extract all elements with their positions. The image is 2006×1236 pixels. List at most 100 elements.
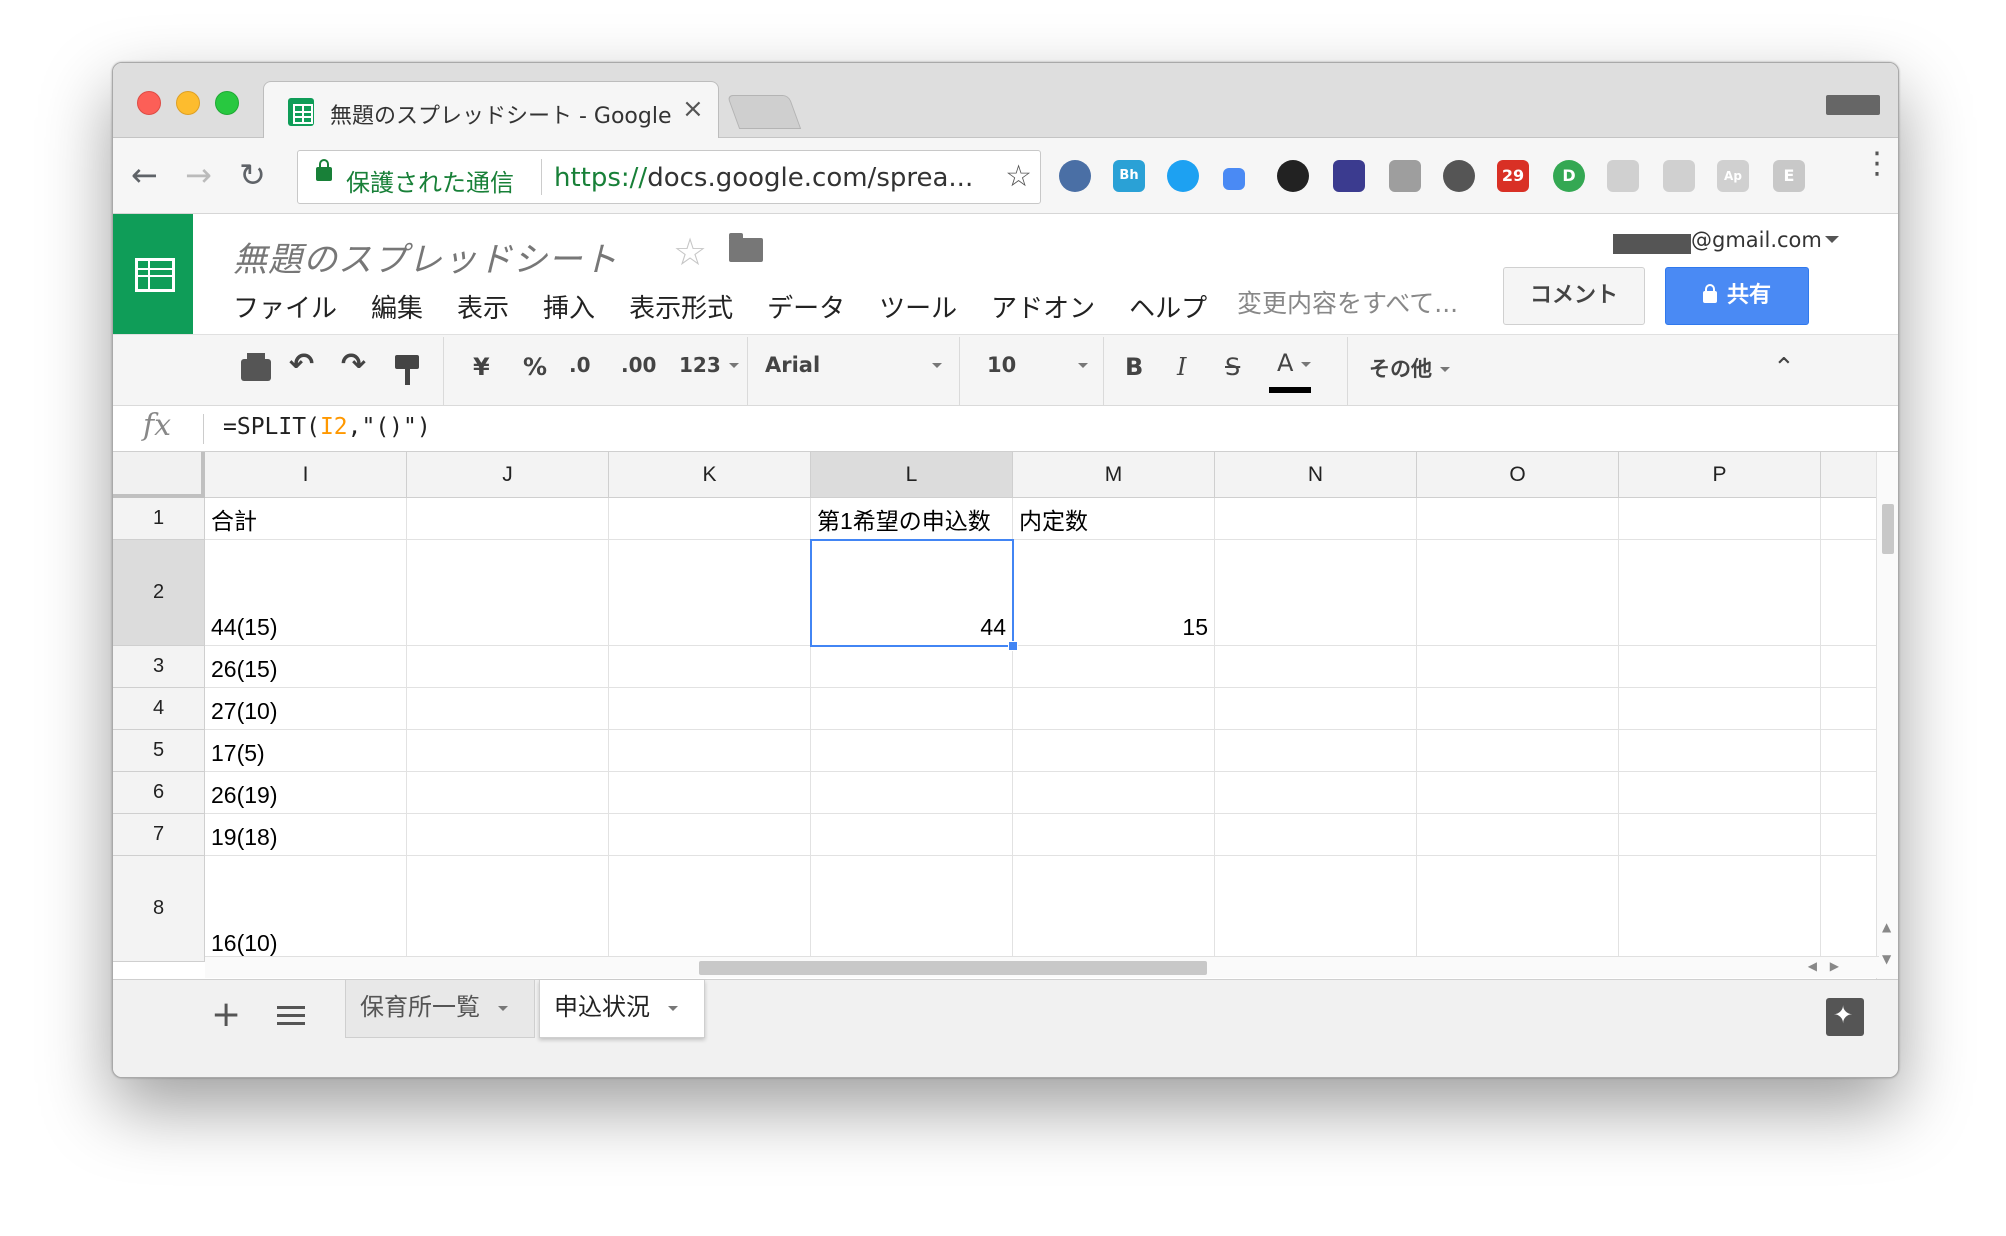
reload-icon[interactable]: ↻ — [239, 156, 266, 194]
cell-l3[interactable] — [811, 646, 1013, 688]
cell-j1[interactable] — [407, 498, 609, 540]
minimize-window-button[interactable] — [176, 91, 200, 115]
browser-menu-icon[interactable]: ⋮ — [1862, 149, 1892, 179]
cell-n1[interactable] — [1215, 498, 1417, 540]
sheets-logo-icon[interactable] — [113, 214, 193, 334]
row-header-2[interactable]: 2 — [113, 540, 205, 646]
cell-p1[interactable] — [1619, 498, 1821, 540]
bookmark-star-icon[interactable]: ☆ — [1005, 159, 1032, 194]
new-tab-button[interactable] — [726, 95, 802, 129]
horizontal-scroll-thumb[interactable] — [699, 961, 1207, 975]
cell-j3[interactable] — [407, 646, 609, 688]
cell-k6[interactable] — [609, 772, 811, 814]
paint-format-icon[interactable] — [395, 355, 419, 385]
more-button[interactable]: その他 — [1369, 353, 1450, 383]
row-header-5[interactable]: 5 — [113, 730, 205, 772]
browser-tab-active[interactable]: 無題のスプレッドシート - Google × — [263, 81, 719, 139]
cell-m8[interactable] — [1013, 856, 1215, 962]
menu-addons[interactable]: アドオン — [991, 288, 1095, 328]
cell-i5[interactable]: 17(5) — [205, 730, 407, 772]
cell-p7[interactable] — [1619, 814, 1821, 856]
column-header-n[interactable]: N — [1215, 452, 1417, 498]
cell-i7[interactable]: 19(18) — [205, 814, 407, 856]
eyedropper-extension-icon[interactable] — [1223, 168, 1245, 190]
menu-edit[interactable]: 編集 — [371, 288, 423, 328]
share-button[interactable]: 共有 — [1665, 267, 1809, 325]
profile-button[interactable] — [1826, 95, 1880, 115]
cell-j5[interactable] — [407, 730, 609, 772]
cell-n6[interactable] — [1215, 772, 1417, 814]
menu-view[interactable]: 表示 — [457, 288, 509, 328]
cell-m2[interactable]: 15 — [1013, 540, 1215, 646]
cell-k8[interactable] — [609, 856, 811, 962]
cell-p6[interactable] — [1619, 772, 1821, 814]
cell-l8[interactable] — [811, 856, 1013, 962]
row-header-4[interactable]: 4 — [113, 688, 205, 730]
column-header-p[interactable]: P — [1619, 452, 1821, 498]
italic-button[interactable]: I — [1177, 353, 1186, 381]
all-sheets-list-icon[interactable] — [277, 1006, 305, 1026]
cell-j8[interactable] — [407, 856, 609, 962]
menu-insert[interactable]: 挿入 — [543, 288, 595, 328]
cell-o6[interactable] — [1417, 772, 1619, 814]
cell-p5[interactable] — [1619, 730, 1821, 772]
cell-k4[interactable] — [609, 688, 811, 730]
cell-l7[interactable] — [811, 814, 1013, 856]
cell-o4[interactable] — [1417, 688, 1619, 730]
percent-format-button[interactable]: % — [523, 353, 547, 381]
vertical-scrollbar[interactable]: ▲ ▼ — [1876, 452, 1898, 979]
cell-p2[interactable] — [1619, 540, 1821, 646]
cell-k2[interactable] — [609, 540, 811, 646]
horizontal-scrollbar[interactable]: ◀ ▶ — [205, 956, 1879, 978]
cell-p3[interactable] — [1619, 646, 1821, 688]
cell-i1[interactable]: 合計 — [205, 498, 407, 540]
row-header-8[interactable]: 8 — [113, 856, 205, 962]
cell-o1[interactable] — [1417, 498, 1619, 540]
print-icon[interactable] — [241, 353, 271, 381]
scroll-right-icon[interactable]: ▶ — [1830, 959, 1839, 973]
column-header-i[interactable]: I — [205, 452, 407, 498]
id-extension-icon[interactable]: D — [1553, 160, 1585, 192]
cell-i8[interactable]: 16(10) — [205, 856, 407, 962]
cell-o3[interactable] — [1417, 646, 1619, 688]
formula-input[interactable]: =SPLIT(I2,"()") — [223, 414, 431, 440]
vertical-scroll-thumb[interactable] — [1882, 504, 1894, 554]
calendar-extension-icon[interactable]: 29 — [1497, 160, 1529, 192]
cell-i2[interactable]: 44(15) — [205, 540, 407, 646]
cell-partial-7[interactable] — [1821, 814, 1879, 856]
undo-icon[interactable]: ↶ — [289, 347, 314, 382]
row-header-1[interactable]: 1 — [113, 498, 205, 540]
cell-m6[interactable] — [1013, 772, 1215, 814]
cell-k1[interactable] — [609, 498, 811, 540]
color-wheel-extension-icon[interactable] — [1277, 160, 1309, 192]
cell-l6[interactable] — [811, 772, 1013, 814]
cell-p8[interactable] — [1619, 856, 1821, 962]
cell-partial-1[interactable] — [1821, 498, 1879, 540]
collapse-chevron-icon[interactable]: ⌃ — [1773, 353, 1795, 383]
document-title[interactable]: 無題のスプレッドシート — [233, 232, 618, 281]
tab-close-icon[interactable]: × — [682, 94, 704, 124]
folder-icon[interactable] — [729, 233, 763, 262]
column-header-j[interactable]: J — [407, 452, 609, 498]
cell-m1[interactable]: 内定数 — [1013, 498, 1215, 540]
column-header-o[interactable]: O — [1417, 452, 1619, 498]
menu-file[interactable]: ファイル — [233, 288, 337, 328]
cell-k7[interactable] — [609, 814, 811, 856]
cell-n8[interactable] — [1215, 856, 1417, 962]
cell-m3[interactable] — [1013, 646, 1215, 688]
column-header-l[interactable]: L — [811, 452, 1013, 498]
bh-extension-icon[interactable]: Bh — [1113, 160, 1145, 192]
cell-k5[interactable] — [609, 730, 811, 772]
rss-extension-icon[interactable] — [1607, 160, 1639, 192]
row-header-7[interactable]: 7 — [113, 814, 205, 856]
column-header-partial[interactable] — [1821, 452, 1879, 498]
cell-partial-5[interactable] — [1821, 730, 1879, 772]
sheet-tab-moshikomi[interactable]: 申込状況 — [539, 980, 705, 1038]
row-header-6[interactable]: 6 — [113, 772, 205, 814]
close-window-button[interactable] — [137, 91, 161, 115]
cell-o8[interactable] — [1417, 856, 1619, 962]
menu-format[interactable]: 表示形式 — [629, 288, 733, 328]
account-email[interactable]: @gmail.com — [1691, 228, 1822, 252]
star-document-icon[interactable]: ☆ — [673, 230, 707, 274]
zoom-window-button[interactable] — [215, 91, 239, 115]
